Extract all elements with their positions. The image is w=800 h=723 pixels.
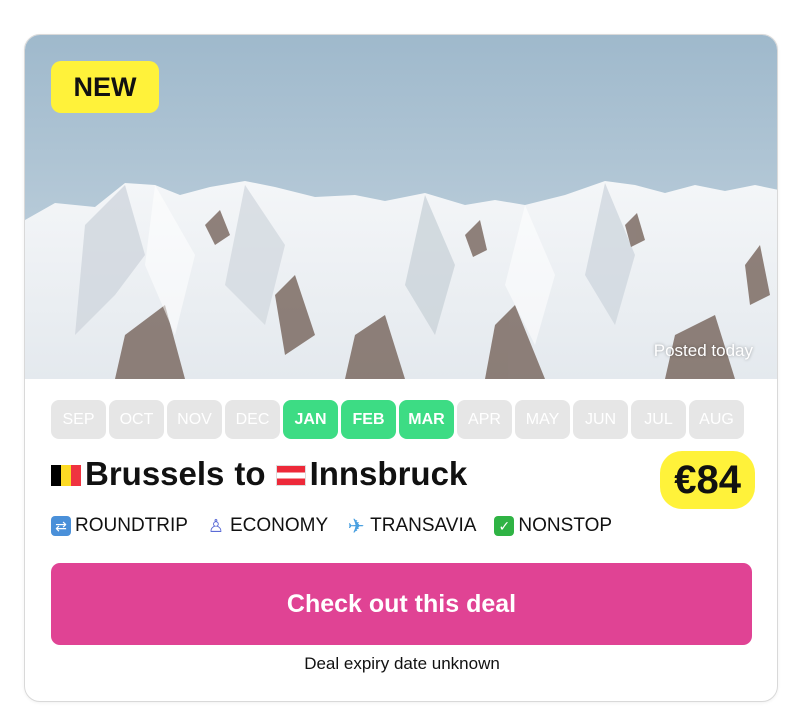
feature-cabin: ♙ ECONOMY (206, 515, 328, 537)
month-chip-apr: APR (457, 400, 512, 439)
month-chip-feb: FEB (341, 400, 396, 439)
month-chip-mar: MAR (399, 400, 454, 439)
destination-city: Innsbruck (309, 455, 468, 492)
feature-roundtrip: ⇄ ROUNDTRIP (51, 515, 188, 537)
month-chip-dec: DEC (225, 400, 280, 439)
month-chip-may: MAY (515, 400, 570, 439)
new-badge: NEW (51, 61, 159, 113)
route-title: Brussels to Innsbruck (51, 455, 467, 493)
feature-label: ECONOMY (229, 515, 329, 536)
month-chip-jan: JAN (283, 400, 338, 439)
month-chip-oct: OCT (109, 400, 164, 439)
feature-label: NONSTOP (518, 515, 613, 536)
travel-months: SEP OCT NOV DEC JAN FEB MAR APR MAY JUN … (51, 400, 744, 439)
feature-label: ROUNDTRIP (75, 515, 188, 536)
hero-image: NEW Posted today (25, 35, 777, 379)
month-chip-sep: SEP (51, 400, 106, 439)
price-tag: €84 (660, 451, 755, 509)
roundtrip-icon: ⇄ (51, 516, 71, 536)
month-chip-nov: NOV (167, 400, 222, 439)
month-chip-jul: JUL (631, 400, 686, 439)
origin-city: Brussels (85, 455, 225, 492)
deal-features: ⇄ ROUNDTRIP ♙ ECONOMY ✈ TRANSAVIA ✓ NONS… (51, 515, 612, 538)
month-chip-aug: AUG (689, 400, 744, 439)
feature-stops: ✓ NONSTOP (494, 515, 612, 537)
feature-airline: ✈ TRANSAVIA (346, 515, 477, 538)
austria-flag-icon (275, 464, 306, 486)
month-chip-jun: JUN (573, 400, 628, 439)
route-separator: to (234, 455, 266, 492)
deal-card[interactable]: NEW Posted today SEP OCT NOV DEC JAN FEB… (24, 34, 778, 702)
deal-expiry-text: Deal expiry date unknown (304, 654, 500, 673)
posted-date-label: Posted today (653, 341, 753, 360)
check-out-deal-button[interactable]: Check out this deal (51, 563, 752, 645)
belgium-flag-icon (51, 464, 81, 486)
seat-icon: ♙ (207, 515, 225, 536)
checkmark-icon: ✓ (494, 516, 515, 536)
airplane-icon: ✈ (347, 515, 365, 538)
feature-label: TRANSAVIA (370, 515, 477, 536)
